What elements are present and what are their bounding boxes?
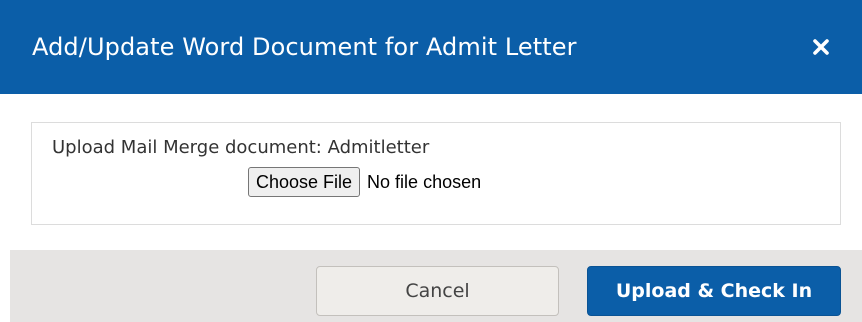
no-file-chosen-text: No file chosen	[367, 171, 482, 192]
upload-panel: Upload Mail Merge document: Admitletter …	[31, 122, 841, 225]
dialog-header: Add/Update Word Document for Admit Lette…	[0, 0, 862, 94]
upload-check-in-button[interactable]: Upload & Check In	[587, 266, 841, 316]
cancel-button[interactable]: Cancel	[316, 266, 559, 316]
file-input: Choose File No file chosen	[248, 167, 481, 197]
close-icon	[813, 39, 829, 55]
choose-file-button[interactable]: Choose File	[248, 167, 361, 197]
dialog-footer: Cancel Upload & Check In	[10, 250, 862, 322]
close-button[interactable]	[806, 32, 836, 62]
dialog-title: Add/Update Word Document for Admit Lette…	[32, 33, 577, 61]
dialog: Add/Update Word Document for Admit Lette…	[0, 0, 862, 322]
upload-label: Upload Mail Merge document: Admitletter	[52, 137, 430, 158]
